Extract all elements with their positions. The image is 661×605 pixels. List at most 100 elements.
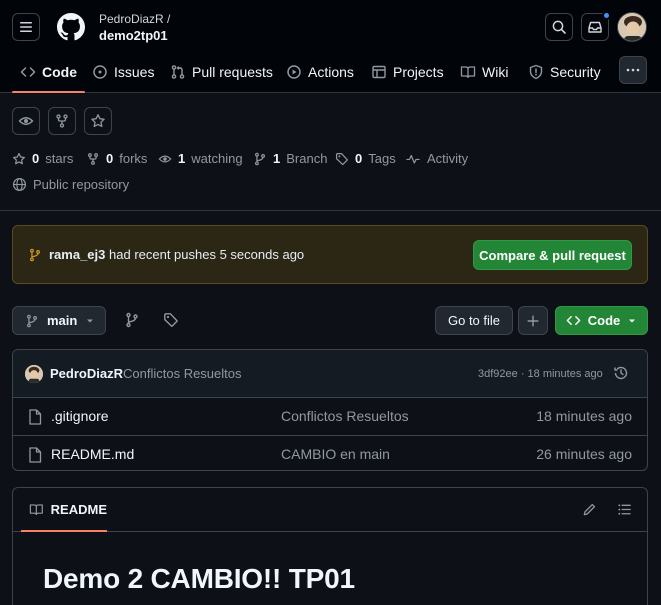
book-icon bbox=[29, 503, 43, 515]
branch-label: Branch bbox=[286, 151, 328, 166]
watching-label: watching bbox=[191, 151, 243, 166]
file-icon bbox=[29, 447, 42, 463]
latest-commit: PedroDiazR Conflictos Resueltos 3df92ee … bbox=[13, 350, 647, 398]
readme-header: README bbox=[13, 488, 647, 532]
stars-stat[interactable]: 0 stars bbox=[12, 151, 73, 166]
branch-icon bbox=[27, 314, 37, 327]
more-tabs-button[interactable] bbox=[619, 56, 647, 84]
branch-selector-label: main bbox=[47, 313, 78, 328]
tags-stat[interactable]: 0 Tags bbox=[335, 151, 396, 166]
file-name[interactable]: README.md bbox=[51, 446, 134, 462]
outline-button[interactable] bbox=[617, 502, 632, 517]
file-commit-message[interactable]: Conflictos Resueltos bbox=[281, 408, 409, 424]
branch-stat[interactable]: 1 Branch bbox=[253, 151, 327, 166]
code-dropdown-label: Code bbox=[587, 313, 621, 328]
tags-count: 0 bbox=[355, 151, 363, 166]
forks-stat[interactable]: 0 forks bbox=[86, 151, 147, 166]
push-message-text: had recent pushes 5 seconds ago bbox=[109, 247, 305, 262]
commit-meta[interactable]: 3df92ee · 18 minutes ago bbox=[478, 368, 603, 380]
search-button[interactable] bbox=[545, 13, 573, 41]
fork-icon bbox=[56, 114, 68, 128]
stars-label: stars bbox=[45, 151, 74, 166]
tab-security[interactable]: Security bbox=[528, 52, 601, 92]
play-icon bbox=[287, 65, 301, 79]
pencil-icon bbox=[583, 503, 596, 516]
tab-wiki-label: Wiki bbox=[482, 64, 509, 80]
tab-wiki[interactable]: Wiki bbox=[460, 52, 508, 92]
shield-icon bbox=[529, 64, 543, 80]
go-to-file-button[interactable]: Go to file bbox=[435, 306, 513, 335]
compare-pull-request-button[interactable]: Compare & pull request bbox=[473, 240, 632, 270]
tab-issues[interactable]: Issues bbox=[92, 52, 154, 92]
triangle-down-icon bbox=[87, 319, 94, 322]
file-row[interactable]: .gitignore Conflictos Resueltos 18 minut… bbox=[13, 398, 647, 435]
watching-count: 1 bbox=[178, 151, 186, 166]
readme-heading: Demo 2 CAMBIO!! TP01 bbox=[43, 563, 355, 594]
notification-dot bbox=[602, 11, 611, 20]
tag-icon bbox=[335, 152, 349, 165]
user-avatar[interactable] bbox=[617, 12, 647, 42]
file-updated-time: 26 minutes ago bbox=[536, 446, 632, 462]
tab-pull-requests[interactable]: Pull requests bbox=[170, 52, 273, 92]
hamburger-icon bbox=[20, 22, 32, 32]
file-name[interactable]: .gitignore bbox=[51, 408, 109, 424]
eye-icon bbox=[18, 117, 34, 125]
book-icon bbox=[460, 66, 476, 79]
tab-code[interactable]: Code bbox=[12, 52, 85, 93]
fork-button[interactable] bbox=[48, 107, 76, 135]
menu-button[interactable] bbox=[12, 13, 40, 41]
star-icon bbox=[13, 152, 25, 164]
tab-code-label: Code bbox=[42, 64, 77, 80]
activity-link[interactable]: Activity bbox=[405, 151, 468, 166]
file-browser: PedroDiazR Conflictos Resueltos 3df92ee … bbox=[12, 349, 648, 471]
tab-pull-requests-label: Pull requests bbox=[192, 64, 273, 80]
file-row[interactable]: README.md CAMBIO en main 26 minutes ago bbox=[13, 435, 647, 470]
fork-icon bbox=[88, 152, 98, 165]
tab-issues-label: Issues bbox=[114, 64, 155, 80]
branch-selector[interactable]: main bbox=[12, 306, 106, 335]
edit-readme-button[interactable] bbox=[582, 502, 597, 517]
plus-icon bbox=[527, 314, 539, 327]
kebab-horizontal-icon bbox=[626, 68, 640, 72]
branch-icon bbox=[255, 152, 265, 165]
eye-icon bbox=[158, 155, 172, 162]
branches-link[interactable] bbox=[124, 312, 140, 328]
visibility-stat: Public repository bbox=[12, 177, 129, 192]
pushed-branch-link[interactable]: rama_ej3 bbox=[49, 247, 105, 262]
recent-push-banner: rama_ej3 had recent pushes 5 seconds ago… bbox=[12, 225, 648, 284]
star-button[interactable] bbox=[84, 107, 112, 135]
inbox-icon bbox=[588, 21, 602, 33]
branch-icon bbox=[126, 312, 138, 328]
branch-count: 1 bbox=[273, 151, 281, 166]
activity-label: Activity bbox=[427, 151, 469, 166]
watch-button[interactable] bbox=[12, 107, 40, 135]
triangle-down-icon bbox=[629, 319, 636, 322]
github-logo-icon[interactable] bbox=[57, 13, 85, 41]
history-button[interactable] bbox=[613, 365, 629, 381]
commit-author-avatar[interactable] bbox=[25, 365, 43, 383]
tags-link[interactable] bbox=[163, 312, 179, 328]
stars-count: 0 bbox=[32, 151, 40, 166]
code-icon bbox=[566, 316, 581, 325]
readme-tab-label: README bbox=[50, 501, 107, 517]
inbox-button[interactable] bbox=[581, 11, 611, 41]
add-file-button[interactable] bbox=[518, 306, 548, 335]
branch-icon bbox=[30, 248, 40, 262]
divider bbox=[0, 210, 661, 211]
repo-name[interactable]: demo2tp01 bbox=[99, 28, 168, 43]
readme-tab[interactable]: README bbox=[21, 488, 107, 532]
selected-tab-underline bbox=[12, 91, 85, 93]
commit-message[interactable]: Conflictos Resueltos bbox=[123, 366, 242, 381]
tab-projects[interactable]: Projects bbox=[371, 52, 444, 92]
pulse-icon bbox=[406, 154, 420, 164]
history-icon bbox=[614, 366, 628, 380]
star-icon bbox=[91, 114, 105, 128]
repo-owner[interactable]: PedroDiazR / bbox=[99, 12, 170, 26]
file-icon bbox=[29, 409, 42, 425]
file-commit-message[interactable]: CAMBIO en main bbox=[281, 446, 390, 462]
watching-stat[interactable]: 1 watching bbox=[158, 151, 243, 166]
commit-author[interactable]: PedroDiazR bbox=[50, 366, 123, 381]
tab-actions[interactable]: Actions bbox=[286, 52, 354, 92]
code-dropdown-button[interactable]: Code bbox=[555, 306, 648, 335]
globe-icon bbox=[12, 177, 27, 192]
